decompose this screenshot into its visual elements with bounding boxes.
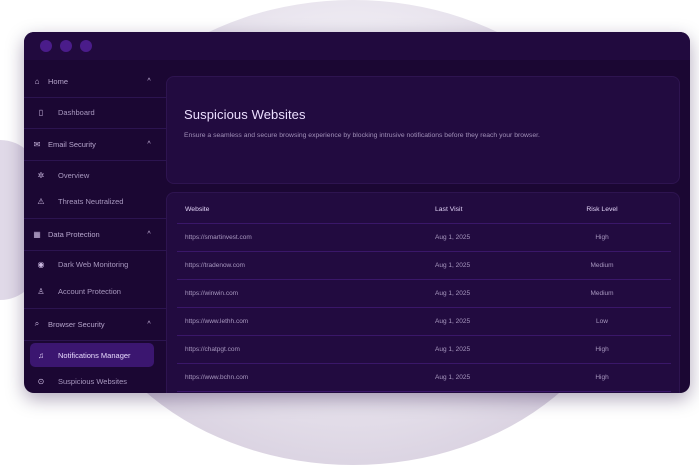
sidebar-section-label: Home [48, 76, 69, 86]
table-row[interactable]: https://winwin.com Aug 1, 2025 Medium [177, 280, 671, 308]
column-header-last-visit[interactable]: Last Visit [435, 206, 462, 213]
divider [24, 340, 166, 341]
last-visit-cell: Aug 1, 2025 [435, 346, 471, 353]
page-title: Suspicious Websites [184, 107, 306, 122]
website-cell: https://tradenow.com [185, 262, 245, 269]
sidebar-section-label: Browser Security [48, 319, 105, 329]
settings-icon: ✲ [37, 170, 45, 180]
sidebar-section-data-protection[interactable]: ▦ Data Protection ^ [30, 223, 154, 245]
column-header-website[interactable]: Website [185, 206, 209, 213]
chevron-up-icon[interactable]: ^ [144, 141, 154, 148]
window-control-dot[interactable] [60, 40, 72, 52]
table-row[interactable]: https://tradenow.com Aug 1, 2025 Medium [177, 252, 671, 280]
table-header-row: Website Last Visit Risk Level [177, 196, 671, 224]
risk-level-cell: High [595, 234, 609, 241]
column-header-risk-level[interactable]: Risk Level [567, 206, 637, 213]
sidebar-section-label: Data Protection [48, 229, 100, 239]
sidebar-item-label: Dashboard [58, 107, 95, 117]
risk-level-cell: High [595, 374, 609, 381]
window-control-dot[interactable] [80, 40, 92, 52]
sidebar-item-label: Notifications Manager [58, 350, 131, 360]
divider [24, 160, 166, 161]
sidebar-item-account-protection[interactable]: ♙ Account Protection [30, 280, 154, 302]
warning-icon: ⚠ [37, 196, 45, 206]
chevron-up-icon[interactable]: ^ [144, 321, 154, 328]
divider [24, 128, 166, 129]
sidebar-item-label: Account Protection [58, 286, 121, 296]
window-control-dot[interactable] [40, 40, 52, 52]
website-cell: https://smartinvest.com [185, 234, 252, 241]
last-visit-cell: Aug 1, 2025 [435, 318, 471, 325]
alert-icon: ⊙ [37, 376, 45, 386]
sidebar-item-suspicious-websites[interactable]: ⊙ Suspicious Websites [30, 370, 154, 392]
divider [24, 218, 166, 219]
sidebar-section-label: Email Security [48, 139, 96, 149]
sidebar-item-label: Threats Neutralized [58, 196, 124, 206]
sidebar-section-email-security[interactable]: ✉ Email Security ^ [30, 133, 154, 155]
last-visit-cell: Aug 1, 2025 [435, 234, 471, 241]
last-visit-cell: Aug 1, 2025 [435, 290, 471, 297]
sidebar-item-notifications-manager[interactable]: ♫ Notifications Manager [30, 343, 154, 367]
table-row[interactable]: https://www.lethh.com Aug 1, 2025 Low [177, 308, 671, 336]
sidebar-item-dark-web-monitoring[interactable]: ◉ Dark Web Monitoring [30, 253, 154, 275]
title-bar [24, 32, 690, 60]
user-icon: ♙ [37, 286, 45, 296]
app-window: ⌂ Home ^ ▯ Dashboard ✉ Email Security ^ … [24, 32, 690, 393]
mail-icon: ✉ [33, 139, 41, 149]
table-row[interactable]: https://smartinvest.com Aug 1, 2025 High [177, 224, 671, 252]
book-icon: ▯ [38, 107, 44, 117]
divider [24, 97, 166, 98]
risk-level-cell: High [595, 346, 609, 353]
website-cell: https://winwin.com [185, 290, 239, 297]
chevron-up-icon[interactable]: ^ [144, 231, 154, 238]
divider [24, 250, 166, 251]
risk-level-cell: Medium [590, 262, 614, 269]
sidebar-item-overview[interactable]: ✲ Overview [30, 164, 154, 186]
sidebar-section-browser-security[interactable]: ⌕ Browser Security ^ [30, 313, 154, 335]
chevron-up-icon[interactable]: ^ [144, 78, 154, 85]
table-row[interactable]: https://chatpgt.com Aug 1, 2025 High [177, 336, 671, 364]
sidebar-item-label: Dark Web Monitoring [58, 259, 129, 269]
last-visit-cell: Aug 1, 2025 [435, 374, 471, 381]
sidebar-item-dashboard[interactable]: ▯ Dashboard [30, 101, 154, 123]
eye-icon: ◉ [37, 259, 45, 269]
sidebar-section-home[interactable]: ⌂ Home ^ [30, 70, 154, 92]
home-icon: ⌂ [34, 76, 40, 86]
websites-table: Website Last Visit Risk Level https://sm… [166, 192, 680, 393]
sidebar: ⌂ Home ^ ▯ Dashboard ✉ Email Security ^ … [24, 68, 166, 393]
website-cell: https://chatpgt.com [185, 346, 240, 353]
page-description: Ensure a seamless and secure browsing ex… [184, 132, 540, 139]
sidebar-item-label: Suspicious Websites [58, 376, 128, 386]
table-row[interactable]: https://www.bchn.com Aug 1, 2025 High [177, 364, 671, 392]
risk-level-cell: Low [596, 318, 608, 325]
grid-icon: ▦ [33, 229, 41, 239]
sidebar-item-label: Overview [58, 170, 90, 180]
last-visit-cell: Aug 1, 2025 [435, 262, 471, 269]
divider [24, 308, 166, 309]
website-cell: https://www.bchn.com [185, 374, 249, 381]
page-header-card: Suspicious Websites Ensure a seamless an… [166, 76, 680, 184]
sidebar-item-threats-neutralized[interactable]: ⚠ Threats Neutralized [30, 190, 154, 212]
risk-level-cell: Medium [590, 290, 614, 297]
bell-icon: ♫ [38, 350, 44, 360]
search-icon: ⌕ [34, 319, 40, 328]
website-cell: https://www.lethh.com [185, 318, 249, 325]
